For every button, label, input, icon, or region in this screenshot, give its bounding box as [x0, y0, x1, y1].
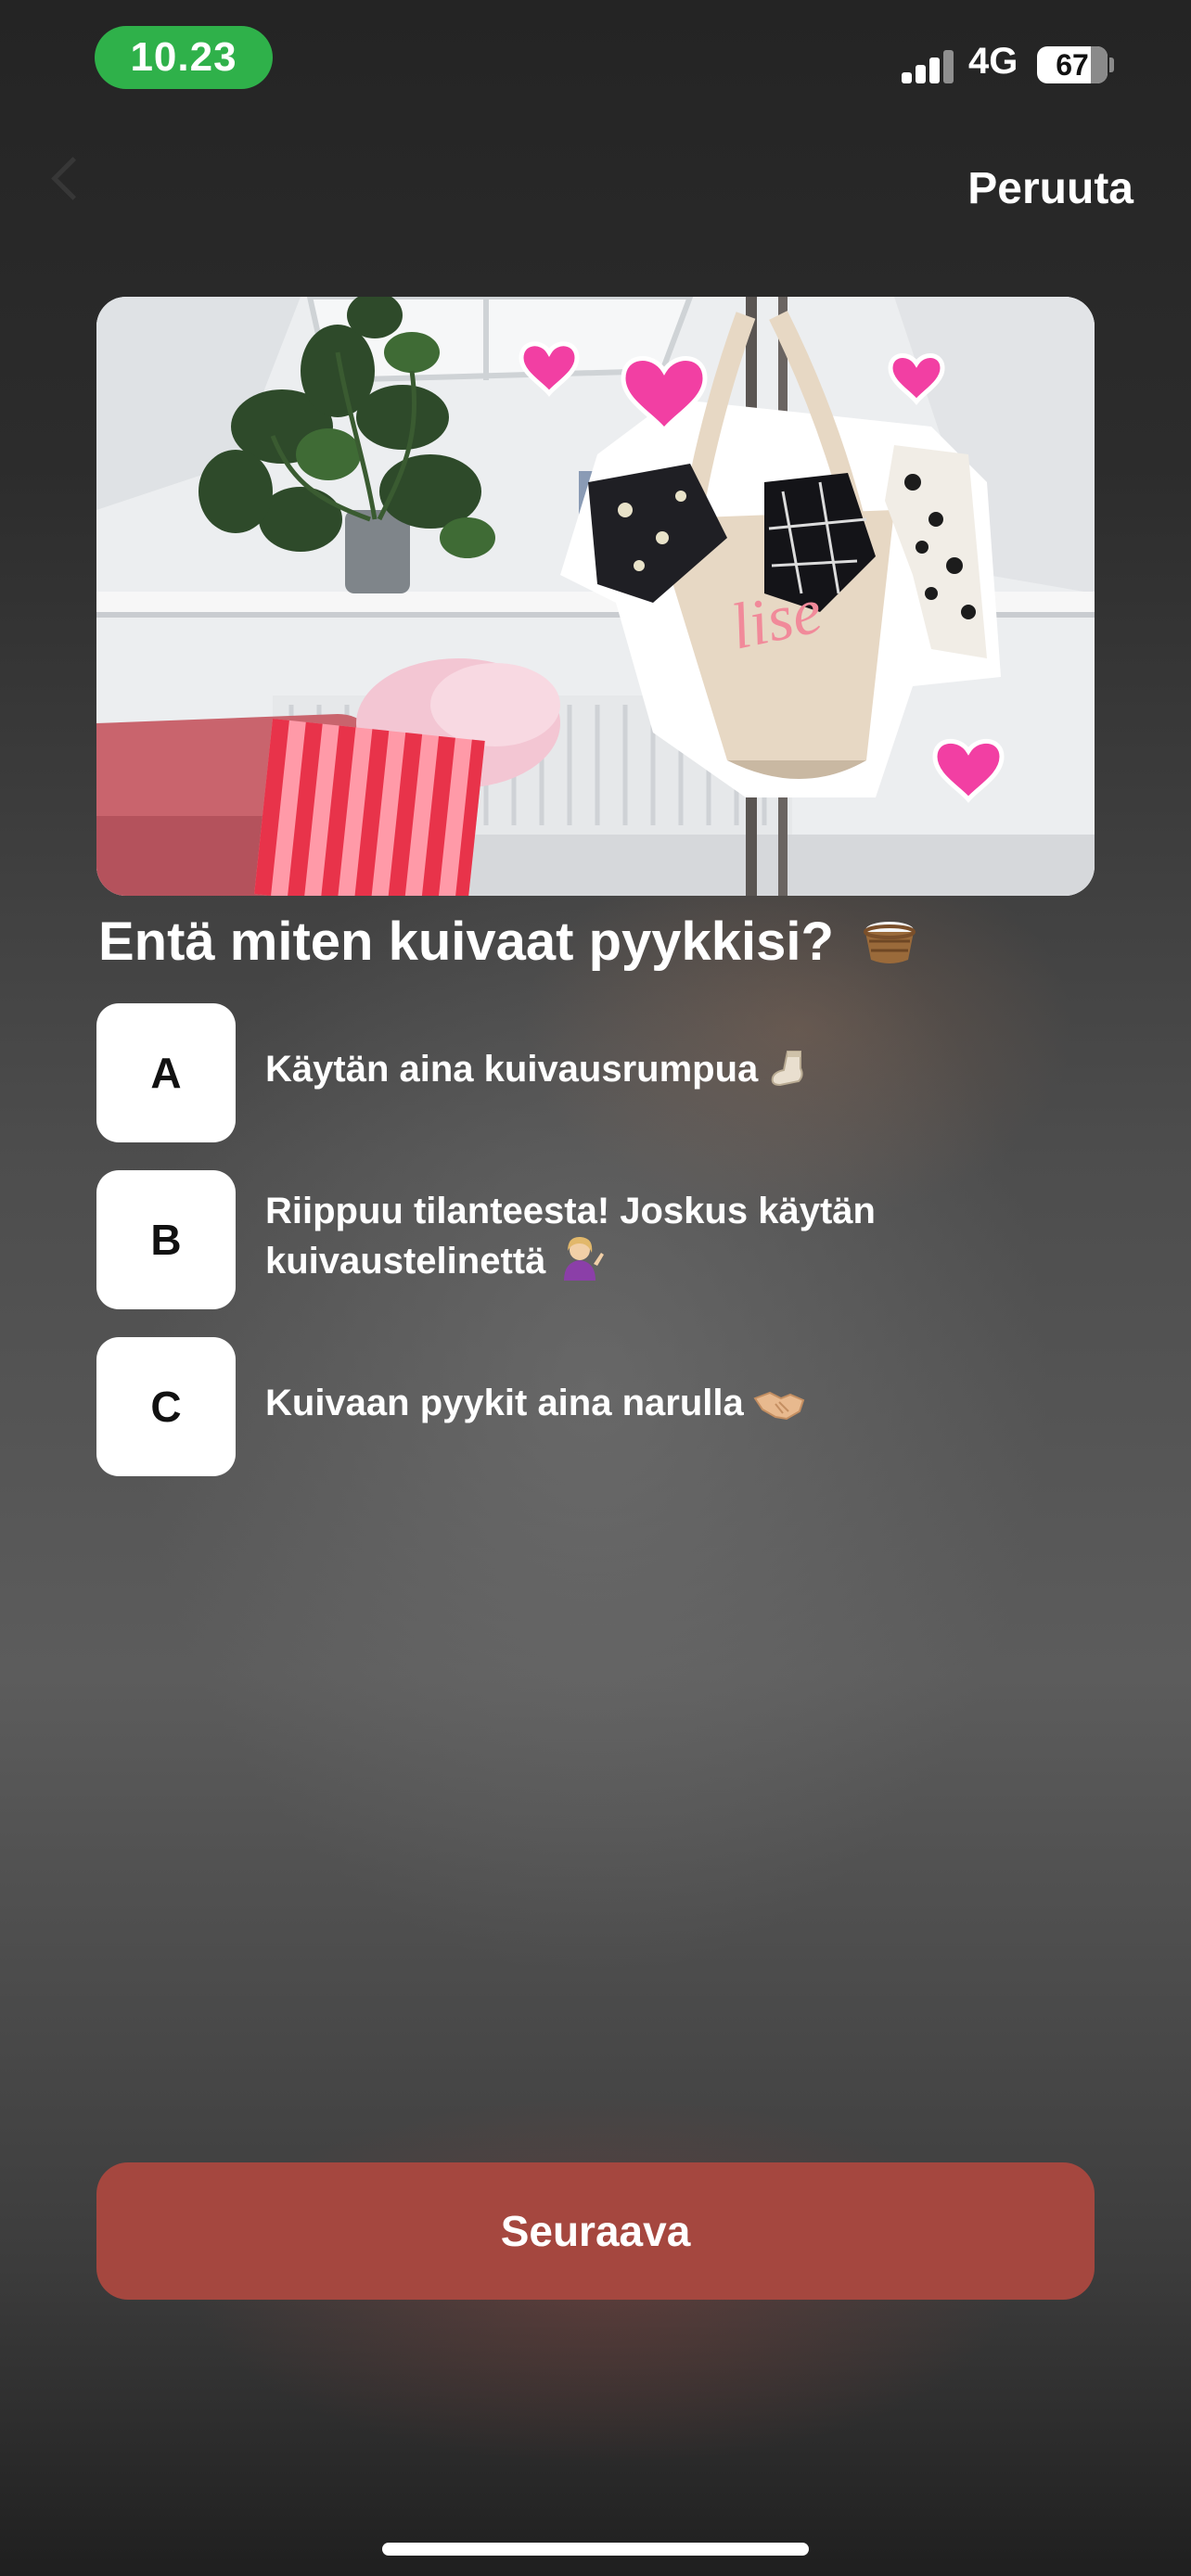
option-label[interactable]: Käytän aina kuivausrumpua	[265, 1003, 1063, 1142]
status-time: 10.23	[95, 26, 273, 89]
battery-tip	[1109, 57, 1114, 72]
room-illustration: lise	[96, 297, 1095, 896]
option-letter[interactable]: C	[96, 1337, 236, 1476]
option-a[interactable]: A Käytän aina kuivausrumpua	[96, 1003, 1117, 1142]
option-text: Käytän aina kuivausrumpua	[265, 1049, 759, 1090]
option-label[interactable]: Riippuu tilanteesta! Joskus käytän kuiva…	[265, 1170, 1063, 1309]
option-b[interactable]: B Riippuu tilanteesta! Joskus käytän kui…	[96, 1170, 1117, 1309]
option-label[interactable]: Kuivaan pyykit aina narulla	[265, 1337, 1063, 1476]
sock-icon	[767, 1048, 813, 1100]
option-text: Kuivaan pyykit aina narulla	[265, 1383, 744, 1423]
battery-level: 67	[1056, 48, 1089, 82]
handshake-icon	[753, 1385, 805, 1434]
home-indicator[interactable]	[382, 2543, 809, 2556]
laundry-basket-icon	[862, 916, 917, 964]
question-title: Entä miten kuivaat pyykkisi?	[98, 911, 1137, 973]
person-tipping-hand-icon	[555, 1234, 605, 1292]
back-chevron-icon[interactable]	[51, 157, 95, 200]
cancel-button[interactable]: Peruuta	[967, 163, 1133, 214]
question-text: Entä miten kuivaat pyykkisi?	[98, 912, 834, 972]
option-letter[interactable]: B	[96, 1170, 236, 1309]
battery-icon: 67	[1037, 46, 1108, 83]
option-c[interactable]: C Kuivaan pyykit aina narulla	[96, 1337, 1117, 1476]
next-button[interactable]: Seuraava	[96, 2162, 1095, 2300]
signal-strength-icon	[902, 50, 957, 83]
network-type: 4G	[968, 41, 1018, 82]
hero-image: lise	[96, 297, 1095, 896]
option-letter[interactable]: A	[96, 1003, 236, 1142]
